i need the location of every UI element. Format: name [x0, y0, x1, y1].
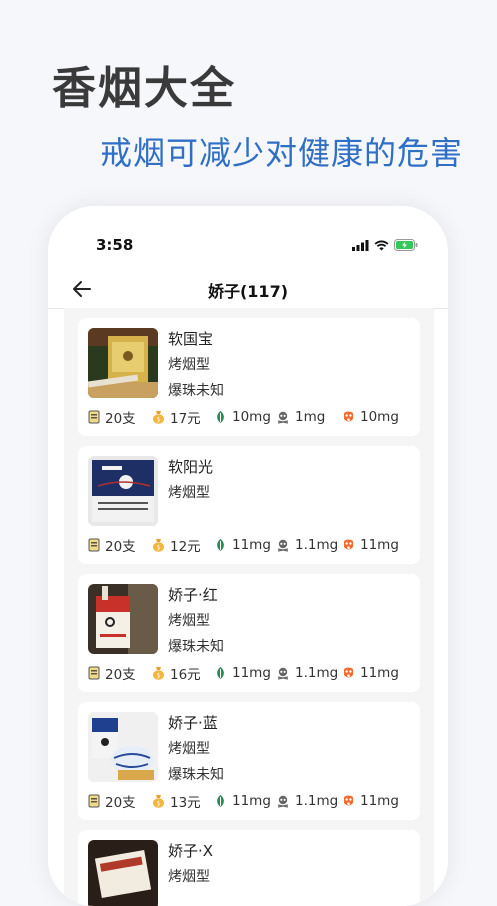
co-content: 11mg	[360, 793, 399, 809]
wifi-icon	[374, 240, 389, 250]
cigarette-pack-icon	[88, 666, 100, 680]
item-type: 烤烟型	[168, 485, 210, 501]
cigarette-pack-icon	[88, 538, 100, 552]
item-stats: 20支 $12元 11mg 1.1mg 11mg	[88, 536, 399, 555]
gas-mask-icon	[344, 539, 353, 550]
list-item[interactable]: 软国宝 烤烟型 爆珠未知 20支 $17元 10mg 1mg 10mg	[78, 318, 420, 436]
price: 13元	[170, 795, 201, 811]
page-title: 娇子(117)	[207, 282, 289, 301]
svg-text:$: $	[157, 545, 161, 552]
tar-content: 10mg	[232, 409, 271, 425]
nav-bar: 娇子(117)	[48, 268, 448, 309]
list-item[interactable]: 娇子·红 烤烟型 爆珠未知 20支 $16元 11mg 1.1mg 11mg	[78, 574, 420, 692]
leaf-icon	[217, 539, 224, 551]
phone-frame: 3:58 娇子(117) 软国宝 烤烟型 爆珠未知 20支 $ 17元 10mg…	[48, 206, 448, 906]
status-icons	[352, 238, 418, 252]
price: 16元	[170, 667, 201, 683]
svg-text:$: $	[157, 417, 161, 424]
item-stats: 20支 $13元 11mg 1.1mg 11mg	[88, 792, 399, 811]
co-content: 10mg	[360, 409, 399, 425]
item-type: 烤烟型	[168, 869, 210, 885]
item-type: 烤烟型	[168, 613, 210, 629]
product-image	[88, 584, 158, 654]
tar-content: 11mg	[232, 793, 271, 809]
price: 12元	[170, 539, 201, 555]
item-name: 娇子·X	[168, 842, 214, 860]
skull-icon	[277, 667, 289, 680]
promo-subtitle: 戒烟可减少对健康的危害	[100, 134, 464, 172]
co-content: 11mg	[360, 665, 399, 681]
pack-count: 20支	[105, 667, 136, 683]
item-type: 烤烟型	[168, 357, 210, 373]
item-popbead: 爆珠未知	[168, 383, 224, 399]
nicotine-content: 1mg	[295, 409, 326, 425]
pack-count: 20支	[105, 795, 136, 811]
leaf-icon	[217, 795, 224, 807]
list-item[interactable]: 软阳光 烤烟型 20支 $12元 11mg 1.1mg 11mg	[78, 446, 420, 564]
item-stats: 20支 $16元 11mg 1.1mg 11mg	[88, 664, 399, 683]
cigarette-list[interactable]: 软国宝 烤烟型 爆珠未知 20支 $17元 10mg 1mg 10mg 软阳光 …	[64, 308, 434, 906]
item-popbead: 爆珠未知	[168, 639, 224, 655]
pack-count: 20支	[105, 411, 136, 427]
product-image	[88, 712, 158, 782]
nicotine-content: 1.1mg	[295, 793, 339, 809]
promo-title: 香烟大全	[52, 63, 236, 114]
item-popbead: 爆珠未知	[168, 767, 224, 783]
item-name: 软国宝	[168, 330, 214, 348]
item-name: 软阳光	[168, 458, 214, 476]
skull-icon	[277, 539, 289, 552]
status-time: 3:58	[96, 236, 134, 254]
gas-mask-icon	[344, 795, 353, 806]
gas-mask-icon	[344, 411, 353, 422]
item-stats: 20支 $17元 10mg 1mg 10mg	[88, 408, 399, 427]
tar-content: 11mg	[232, 537, 271, 553]
item-name: 娇子·蓝	[168, 714, 218, 732]
product-image	[88, 840, 158, 906]
money-bag-icon: $	[153, 667, 164, 680]
skull-icon	[277, 795, 289, 808]
product-image	[88, 328, 158, 398]
list-item[interactable]: 娇子·蓝 烤烟型 爆珠未知 20支 $13元 11mg 1.1mg 11mg	[78, 702, 420, 820]
item-type: 烤烟型	[168, 741, 210, 757]
leaf-icon	[217, 667, 224, 679]
skull-icon	[277, 411, 289, 424]
money-bag-icon: $	[153, 795, 164, 808]
cigarette-pack-icon	[88, 410, 100, 424]
list-item[interactable]: 娇子·X 烤烟型	[78, 830, 420, 906]
money-bag-icon: $	[153, 539, 164, 552]
leaf-icon	[217, 411, 224, 423]
tar-content: 11mg	[232, 665, 271, 681]
status-bar: 3:58	[48, 206, 448, 266]
nicotine-content: 1.1mg	[295, 665, 339, 681]
nicotine-content: 1.1mg	[295, 537, 339, 553]
product-image	[88, 456, 158, 526]
price: 17元	[170, 411, 201, 427]
item-name: 娇子·红	[168, 586, 218, 604]
pack-count: 20支	[105, 539, 136, 555]
gas-mask-icon	[344, 667, 353, 678]
cigarette-pack-icon	[88, 794, 100, 808]
svg-text:$: $	[157, 801, 161, 808]
svg-text:$: $	[157, 673, 161, 680]
signal-icon	[352, 239, 369, 251]
money-bag-icon: $	[153, 411, 164, 424]
battery-icon	[394, 239, 418, 251]
co-content: 11mg	[360, 537, 399, 553]
